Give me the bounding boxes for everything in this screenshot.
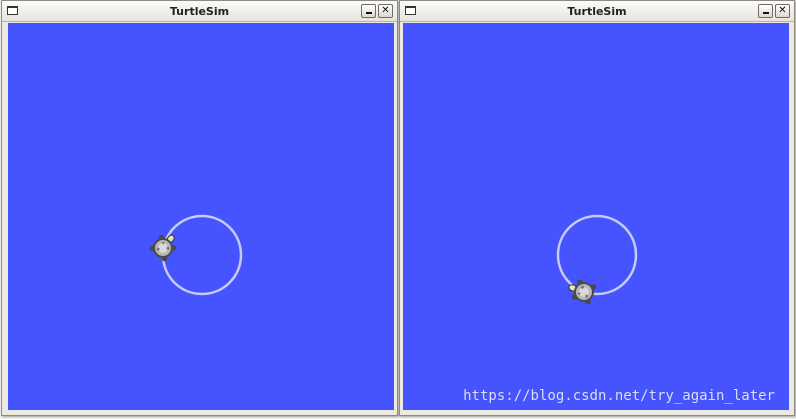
turtle-icon [149,234,177,262]
watermark-text: https://blog.csdn.net/try_again_later [463,388,775,404]
minimize-icon[interactable] [758,4,773,18]
turtle-canvas[interactable]: https://blog.csdn.net/try_again_later [403,23,789,410]
title-bar[interactable]: TurtleSim ✕ [400,1,794,22]
turtle-trail [556,214,638,296]
canvas-drawing [149,214,243,296]
close-icon[interactable]: ✕ [775,4,790,18]
desktop: TurtleSim ✕ TurtleSim ✕ https://blog.csd… [0,0,796,419]
window-title: TurtleSim [169,5,230,18]
turtlesim-window-left[interactable]: TurtleSim ✕ [1,0,398,416]
turtlesim-window-right[interactable]: TurtleSim ✕ https://blog.csdn.net/try_ag… [399,0,795,416]
window-menu-icon[interactable] [405,6,416,15]
turtle-canvas[interactable] [8,23,394,410]
close-icon[interactable]: ✕ [378,4,393,18]
turtle-icon [568,279,597,305]
title-bar[interactable]: TurtleSim ✕ [2,1,397,22]
window-menu-icon[interactable] [7,6,18,15]
turtle-trail [161,214,243,296]
canvas-drawing [556,214,638,305]
window-title: TurtleSim [567,5,627,18]
minimize-icon[interactable] [361,4,376,18]
